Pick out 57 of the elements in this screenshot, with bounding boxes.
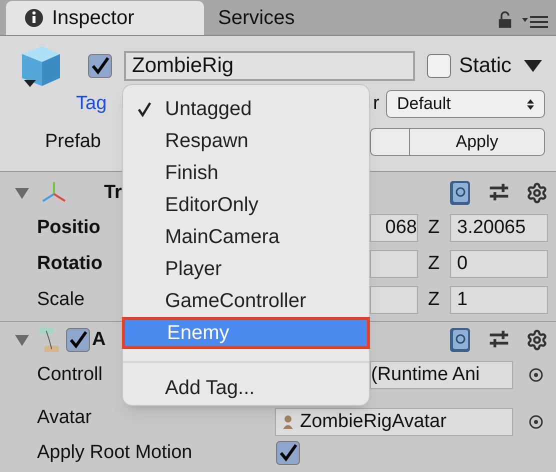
static-label: Static [459, 53, 512, 80]
z-field[interactable]: 3.20065 [450, 214, 548, 242]
help-book-icon[interactable] [448, 180, 472, 206]
controller-label: Controll [37, 364, 102, 385]
x-field[interactable] [370, 286, 418, 314]
revert-button[interactable] [370, 128, 410, 156]
property-label: Scale [37, 288, 85, 310]
target-icon[interactable] [529, 415, 543, 429]
layer-dropdown[interactable]: Default [386, 90, 545, 118]
name-field[interactable]: ZombieRig [124, 51, 415, 81]
menu-item[interactable]: GameController [123, 285, 369, 317]
property-label: Positio [37, 216, 100, 238]
target-icon[interactable] [529, 368, 543, 382]
checkbox[interactable] [276, 441, 300, 465]
help-book-icon[interactable] [448, 327, 472, 353]
avatar-field[interactable]: ZombieRigAvatar [275, 408, 513, 436]
checkbox[interactable] [427, 54, 451, 78]
component-title: Tr [104, 180, 122, 205]
checkmark-icon [136, 102, 152, 116]
menu-item[interactable]: MainCamera [123, 221, 369, 253]
apply-button[interactable]: Apply [410, 128, 545, 156]
animator-icon [38, 326, 60, 354]
dropdown-arrow-icon[interactable] [524, 60, 542, 72]
avatar-label: Avatar [37, 406, 92, 428]
tab[interactable]: Inspector [6, 1, 204, 35]
figure-icon [282, 415, 294, 429]
gear-icon[interactable] [526, 182, 548, 204]
updown-arrows-icon [527, 98, 534, 110]
menu-item[interactable]: EditorOnly [123, 189, 369, 221]
controller-field[interactable]: (Runtime Ani [370, 361, 513, 389]
z-label: Z [428, 252, 441, 276]
foldout-triangle-icon[interactable] [14, 185, 30, 201]
gear-icon[interactable] [526, 329, 548, 351]
menu-item[interactable]: Untagged [123, 93, 369, 125]
layer-label: r [373, 92, 380, 116]
menu-item[interactable]: Add Tag... [123, 369, 369, 407]
menu-icon[interactable] [522, 15, 548, 29]
tab[interactable]: Services [204, 1, 354, 35]
x-field[interactable]: 068 [370, 214, 418, 242]
foldout-triangle-icon[interactable] [14, 332, 30, 348]
x-field[interactable] [370, 250, 418, 278]
prefab-label: Prefab [45, 130, 101, 152]
root-motion-label: Apply Root Motion [37, 442, 192, 463]
property-label: Rotatio [37, 252, 102, 274]
z-field[interactable]: 0 [450, 250, 548, 278]
component-title: A [92, 328, 106, 352]
menu-item[interactable]: Finish [123, 157, 369, 189]
checkbox[interactable] [66, 328, 90, 352]
menu-item[interactable]: Respawn [123, 125, 369, 157]
lock-icon[interactable] [498, 11, 512, 29]
info-icon [24, 8, 44, 28]
z-label: Z [428, 216, 441, 240]
checkbox[interactable] [88, 54, 112, 78]
tag-label: Tag [76, 92, 107, 114]
z-field[interactable]: 1 [450, 286, 548, 314]
z-label: Z [428, 288, 441, 312]
menu-item[interactable]: Player [123, 253, 369, 285]
